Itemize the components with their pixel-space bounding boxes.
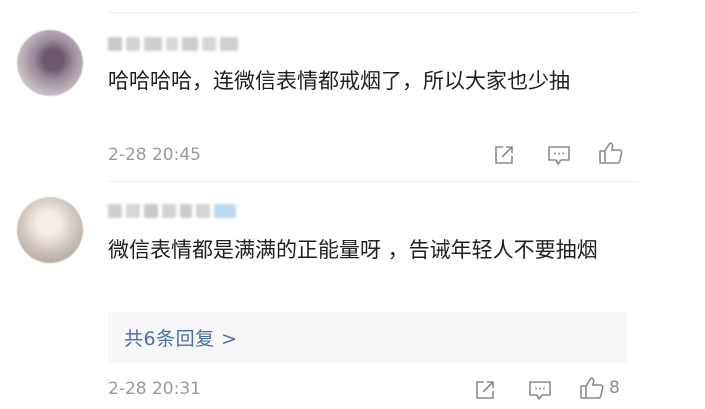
comment-text: 微信表情都是满满的正能量呀 ，告诫年轻人不要抽烟 [108,238,598,262]
avatar[interactable] [17,30,83,96]
reply-button[interactable] [528,377,552,403]
like-button[interactable]: 8 [579,375,620,401]
comment-text: 哈哈哈哈，连微信表情都戒烟了，所以大家也少抽 [108,69,570,93]
like-count: 8 [609,378,620,398]
view-replies-link[interactable]: 共6条回复 > [124,324,238,351]
top-divider [108,12,638,13]
thumbs-up-icon [599,142,623,164]
share-button[interactable] [474,377,496,403]
thumbs-up-icon [580,377,604,399]
reply-button[interactable] [547,142,571,168]
username-blurred[interactable] [108,34,238,54]
replies-box[interactable]: 共6条回复 > [108,312,627,363]
comment-icon [529,381,551,400]
avatar[interactable] [17,197,83,263]
comment-time: 2-28 20:31 [108,379,201,399]
share-icon [476,381,494,399]
username-blurred[interactable] [108,201,236,221]
share-button[interactable] [493,142,515,168]
comment-icon [548,146,570,165]
comment-time: 2-28 20:45 [108,145,201,165]
share-icon [495,146,513,164]
like-button[interactable] [598,140,624,166]
comment-divider [108,181,638,182]
